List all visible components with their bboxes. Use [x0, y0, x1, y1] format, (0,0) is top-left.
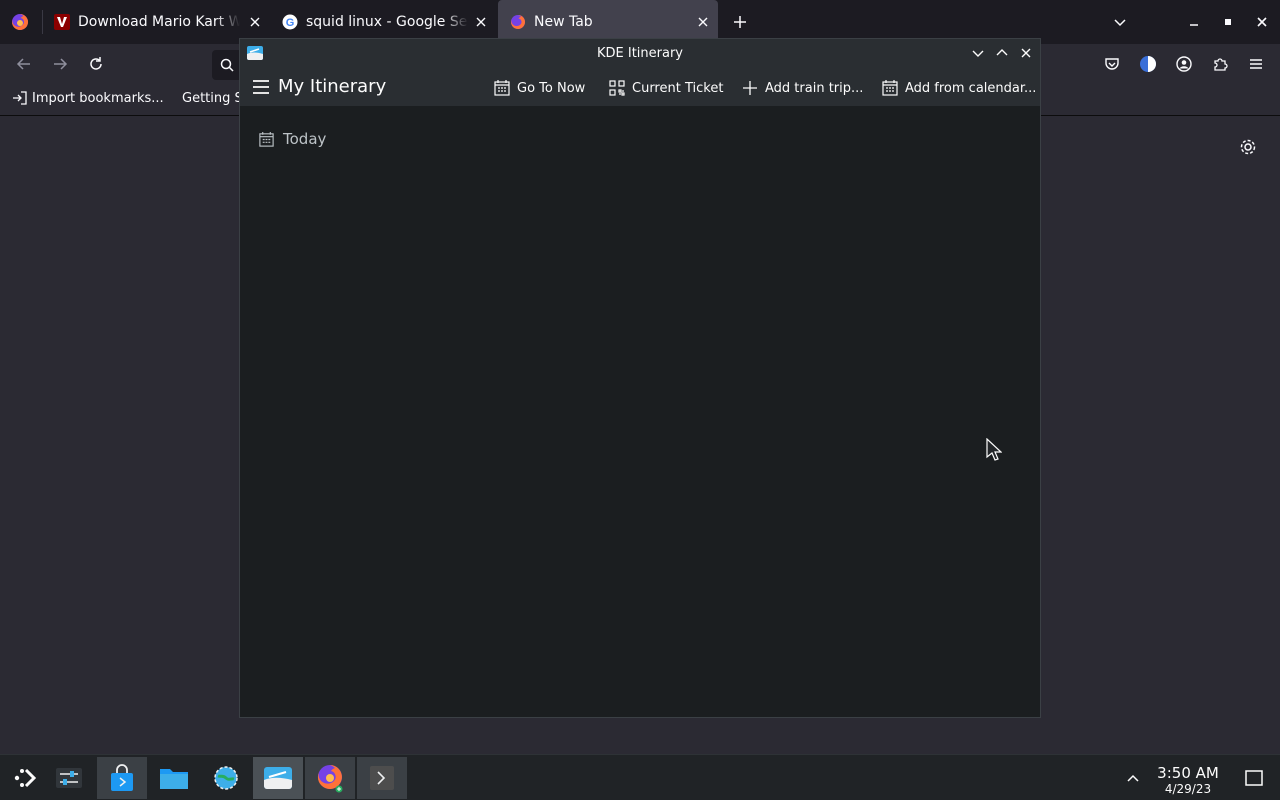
firefox-task[interactable] [305, 757, 355, 799]
go-to-now-label: Go To Now [517, 80, 586, 96]
show-desktop-button[interactable] [1238, 762, 1270, 794]
clock-date: 4/29/23 [1164, 782, 1212, 796]
minimize-icon [1190, 24, 1198, 26]
page-title: My Itinerary [278, 76, 387, 97]
current-ticket-button[interactable]: Current Ticket [608, 77, 723, 99]
add-from-calendar-label: Add from calendar... [905, 80, 1037, 96]
today-section-header: Today [258, 130, 326, 148]
import-icon [13, 91, 27, 105]
bookmark-label: Getting Started [182, 90, 240, 106]
digital-clock[interactable]: 3:50 AM 4/29/23 [1150, 764, 1226, 797]
kde-itinerary-app-icon [264, 767, 292, 789]
tab-title: New Tab [534, 14, 593, 30]
account-icon [1176, 56, 1192, 72]
window-titlebar[interactable]: KDE Itinerary [240, 39, 1040, 68]
calendar-icon [882, 80, 898, 96]
clock-time: 3:50 AM [1157, 764, 1219, 782]
pocket-icon [1105, 58, 1119, 70]
go-to-now-button[interactable]: Go To Now [493, 77, 585, 99]
folder-icon [160, 769, 188, 789]
dolphin-file-manager[interactable] [149, 757, 199, 799]
maximize-icon[interactable] [994, 45, 1010, 61]
forward-button[interactable] [44, 48, 76, 80]
bookmark-label: Import bookmarks... [32, 90, 164, 106]
maximize-icon [1225, 19, 1231, 25]
kde-itinerary-app-icon [247, 46, 263, 60]
firefox-icon [12, 13, 29, 30]
calendar-icon [259, 131, 274, 147]
itinerary-toolbar: My Itinerary Go To Now Current Ticket Ad… [240, 68, 1040, 107]
close-tab-icon[interactable] [696, 15, 710, 29]
itinerary-window: KDE Itinerary My Itinerary Go To Now Cur… [239, 38, 1041, 718]
browser-maximize-button[interactable] [1212, 6, 1244, 38]
add-train-trip-button[interactable]: Add train trip... [741, 77, 863, 99]
system-settings-mixer[interactable] [44, 757, 94, 799]
today-label: Today [283, 130, 327, 148]
hamburger-menu-icon[interactable] [252, 79, 270, 95]
dark-reader-icon [1140, 56, 1156, 72]
mouse-cursor-icon [986, 438, 1002, 461]
extension-button[interactable] [1132, 48, 1164, 80]
account-button[interactable] [1168, 48, 1200, 80]
close-icon [1257, 17, 1267, 27]
window-title: KDE Itinerary [596, 46, 683, 61]
puzzle-icon [1214, 58, 1228, 71]
settings-globe-icon [214, 766, 238, 790]
shopping-bag-icon [111, 764, 133, 791]
close-icon[interactable] [1018, 45, 1034, 61]
chevron-up-icon [1127, 774, 1139, 782]
vimm-icon [54, 14, 70, 30]
hamburger-menu-icon [1250, 59, 1262, 69]
close-tab-icon[interactable] [248, 15, 262, 29]
add-from-calendar-button[interactable]: Add from calendar... [881, 77, 1036, 99]
calendar-icon [494, 80, 510, 96]
system-settings[interactable] [201, 757, 251, 799]
system-tray-expander[interactable] [1117, 762, 1149, 794]
new-tab-button[interactable] [724, 6, 756, 38]
firefox-icon [510, 15, 525, 29]
browser-tab-mario-kart[interactable]: Download Mario Kart Wii [42, 0, 270, 44]
app-menu-button[interactable] [1240, 48, 1272, 80]
add-train-trip-label: Add train trip... [765, 80, 864, 96]
taskbar: 3:50 AM 4/29/23 [0, 754, 1280, 800]
plus-icon [743, 81, 757, 95]
firefox-icon [317, 765, 343, 793]
back-button[interactable] [8, 48, 40, 80]
sliders-icon [56, 768, 82, 788]
browser-close-button[interactable] [1246, 6, 1278, 38]
pocket-button[interactable] [1096, 48, 1128, 80]
arrow-right-icon [54, 58, 68, 70]
google-icon: G [282, 14, 298, 30]
gear-icon[interactable] [1238, 137, 1258, 157]
firefox-view-button[interactable] [4, 6, 36, 38]
itinerary-timeline: Today [240, 107, 1040, 717]
terminal-icon [370, 766, 394, 790]
list-all-tabs-button[interactable] [1104, 6, 1136, 38]
steamdeck-launcher-icon [14, 768, 37, 788]
tab-title: Download Mario Kart Wii [78, 14, 240, 30]
bookmark-getting-started[interactable]: Getting Started [178, 90, 240, 106]
browser-minimize-button[interactable] [1178, 6, 1210, 38]
svg-text:G: G [286, 17, 295, 29]
konsole-task[interactable] [357, 757, 407, 799]
kde-itinerary-task[interactable] [253, 757, 303, 799]
search-icon [220, 58, 234, 72]
minimize-icon[interactable] [970, 45, 986, 61]
tab-title: squid linux - Google Search [306, 14, 468, 30]
qr-code-icon [609, 80, 625, 96]
reload-icon [90, 57, 102, 70]
bookmark-import[interactable]: Import bookmarks... [12, 90, 164, 106]
arrow-left-icon [16, 58, 30, 70]
reload-button[interactable] [80, 48, 112, 80]
close-tab-icon[interactable] [474, 15, 488, 29]
plus-icon [734, 16, 746, 28]
extensions-button[interactable] [1204, 48, 1236, 80]
chevron-down-icon [1114, 19, 1126, 27]
current-ticket-label: Current Ticket [632, 80, 724, 96]
discover-store[interactable] [97, 757, 147, 799]
show-desktop-icon [1245, 770, 1263, 786]
application-launcher[interactable] [0, 757, 50, 799]
